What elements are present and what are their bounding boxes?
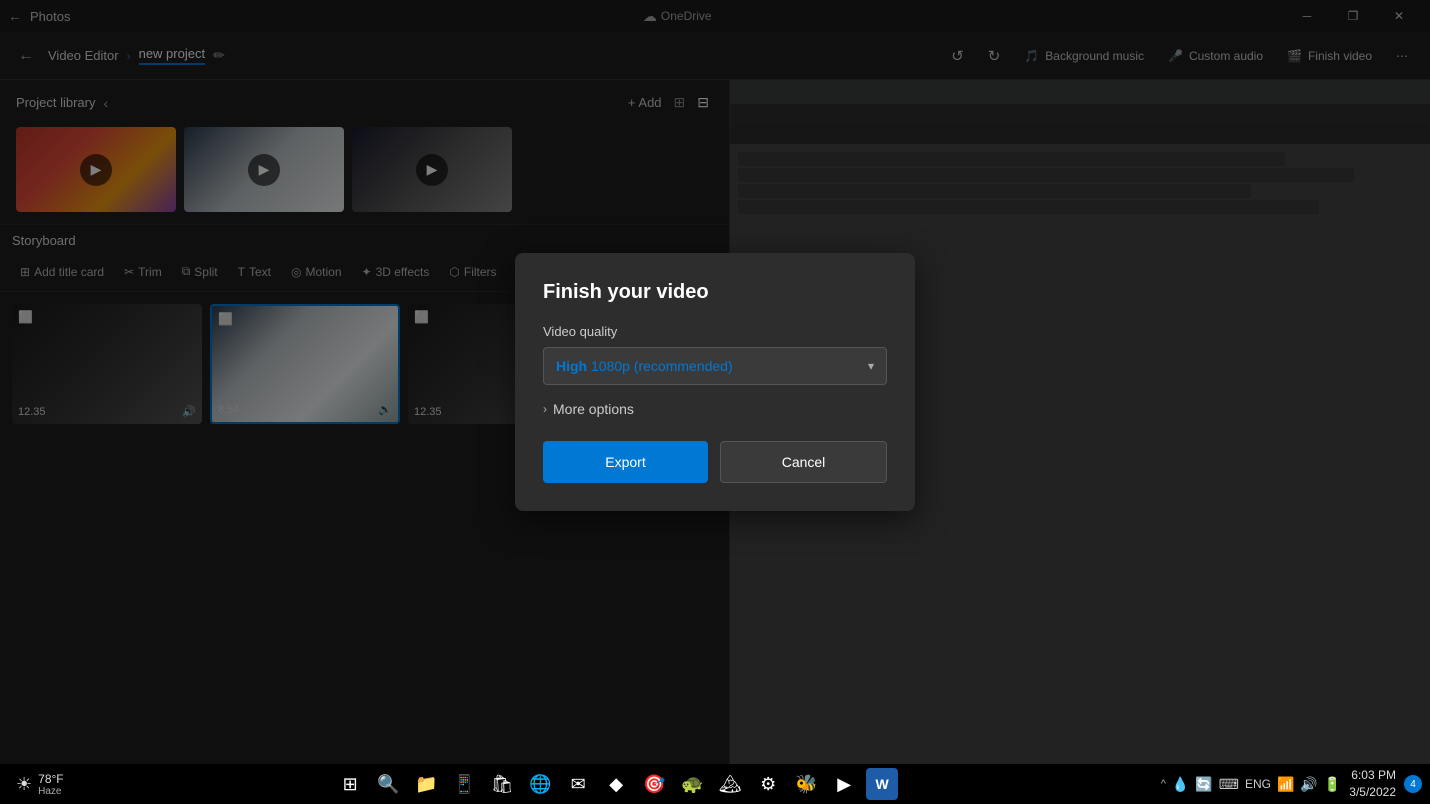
taskbar-right: ^ 💧 🔄 ⌨ ENG 📶 🔊 🔋 6:03 PM 3/5/2022 4 bbox=[1161, 767, 1422, 801]
taskbar-left: ☀ 78°F Haze bbox=[8, 772, 72, 797]
volume-icon[interactable]: 🔊 bbox=[1300, 776, 1317, 793]
dropbox-button[interactable]: ◆ bbox=[600, 768, 632, 800]
media-player-button[interactable]: ▶ bbox=[828, 768, 860, 800]
search-button[interactable]: 🔍 bbox=[372, 768, 404, 800]
edge-button[interactable]: 🌐 bbox=[524, 768, 556, 800]
start-button[interactable]: ⊞ bbox=[334, 768, 366, 800]
weather-info: 78°F Haze bbox=[38, 772, 63, 797]
settings-button[interactable]: ⚙ bbox=[752, 768, 784, 800]
finish-video-modal: Finish your video Video quality High 108… bbox=[515, 253, 915, 511]
maps-button[interactable]: 🏔 bbox=[714, 768, 746, 800]
tray-icon-3[interactable]: ⌨ bbox=[1219, 776, 1239, 793]
weather-icon: ☀ bbox=[16, 774, 32, 795]
wifi-icon[interactable]: 📶 bbox=[1277, 776, 1294, 793]
modal-buttons: Export Cancel bbox=[543, 441, 887, 483]
modal-title: Finish your video bbox=[543, 281, 887, 304]
system-clock[interactable]: 6:03 PM 3/5/2022 bbox=[1349, 767, 1396, 801]
quality-value: High 1080p (recommended) bbox=[556, 358, 733, 374]
taskbar-app-icons: ⊞ 🔍 📁 📱 🛍 🌐 ✉ ◆ 🎯 🐢 🏔 ⚙ 🐝 ▶ W bbox=[334, 768, 898, 800]
quality-chevron-icon: ▾ bbox=[868, 359, 874, 373]
export-button[interactable]: Export bbox=[543, 441, 708, 483]
store-button[interactable]: 🛍 bbox=[486, 768, 518, 800]
app-icon-1[interactable]: 🎯 bbox=[638, 768, 670, 800]
system-tray: ^ 💧 🔄 ⌨ ENG 📶 🔊 🔋 bbox=[1161, 776, 1342, 793]
weather-widget[interactable]: ☀ 78°F Haze bbox=[8, 772, 72, 797]
phone-link-button[interactable]: 📱 bbox=[448, 768, 480, 800]
modal-overlay: Finish your video Video quality High 108… bbox=[0, 0, 1430, 764]
app-icon-2[interactable]: 🐢 bbox=[676, 768, 708, 800]
app-icon-3[interactable]: 🐝 bbox=[790, 768, 822, 800]
more-options-toggle[interactable]: › More options bbox=[543, 401, 887, 417]
mail-button[interactable]: ✉ bbox=[562, 768, 594, 800]
language-indicator[interactable]: ENG bbox=[1245, 777, 1271, 791]
file-explorer-button[interactable]: 📁 bbox=[410, 768, 442, 800]
more-options-chevron-icon: › bbox=[543, 402, 547, 416]
tray-icon-1[interactable]: 💧 bbox=[1172, 776, 1189, 793]
tray-icon-2[interactable]: 🔄 bbox=[1195, 776, 1212, 793]
notification-badge[interactable]: 4 bbox=[1404, 775, 1422, 793]
battery-icon[interactable]: 🔋 bbox=[1324, 776, 1341, 793]
taskbar: ☀ 78°F Haze ⊞ 🔍 📁 📱 🛍 🌐 ✉ ◆ 🎯 🐢 🏔 ⚙ 🐝 ▶ … bbox=[0, 764, 1430, 804]
cancel-button[interactable]: Cancel bbox=[720, 441, 887, 483]
word-button[interactable]: W bbox=[866, 768, 898, 800]
quality-label: Video quality bbox=[543, 324, 887, 339]
expand-tray-button[interactable]: ^ bbox=[1161, 778, 1166, 790]
video-quality-select[interactable]: High 1080p (recommended) ▾ bbox=[543, 347, 887, 385]
